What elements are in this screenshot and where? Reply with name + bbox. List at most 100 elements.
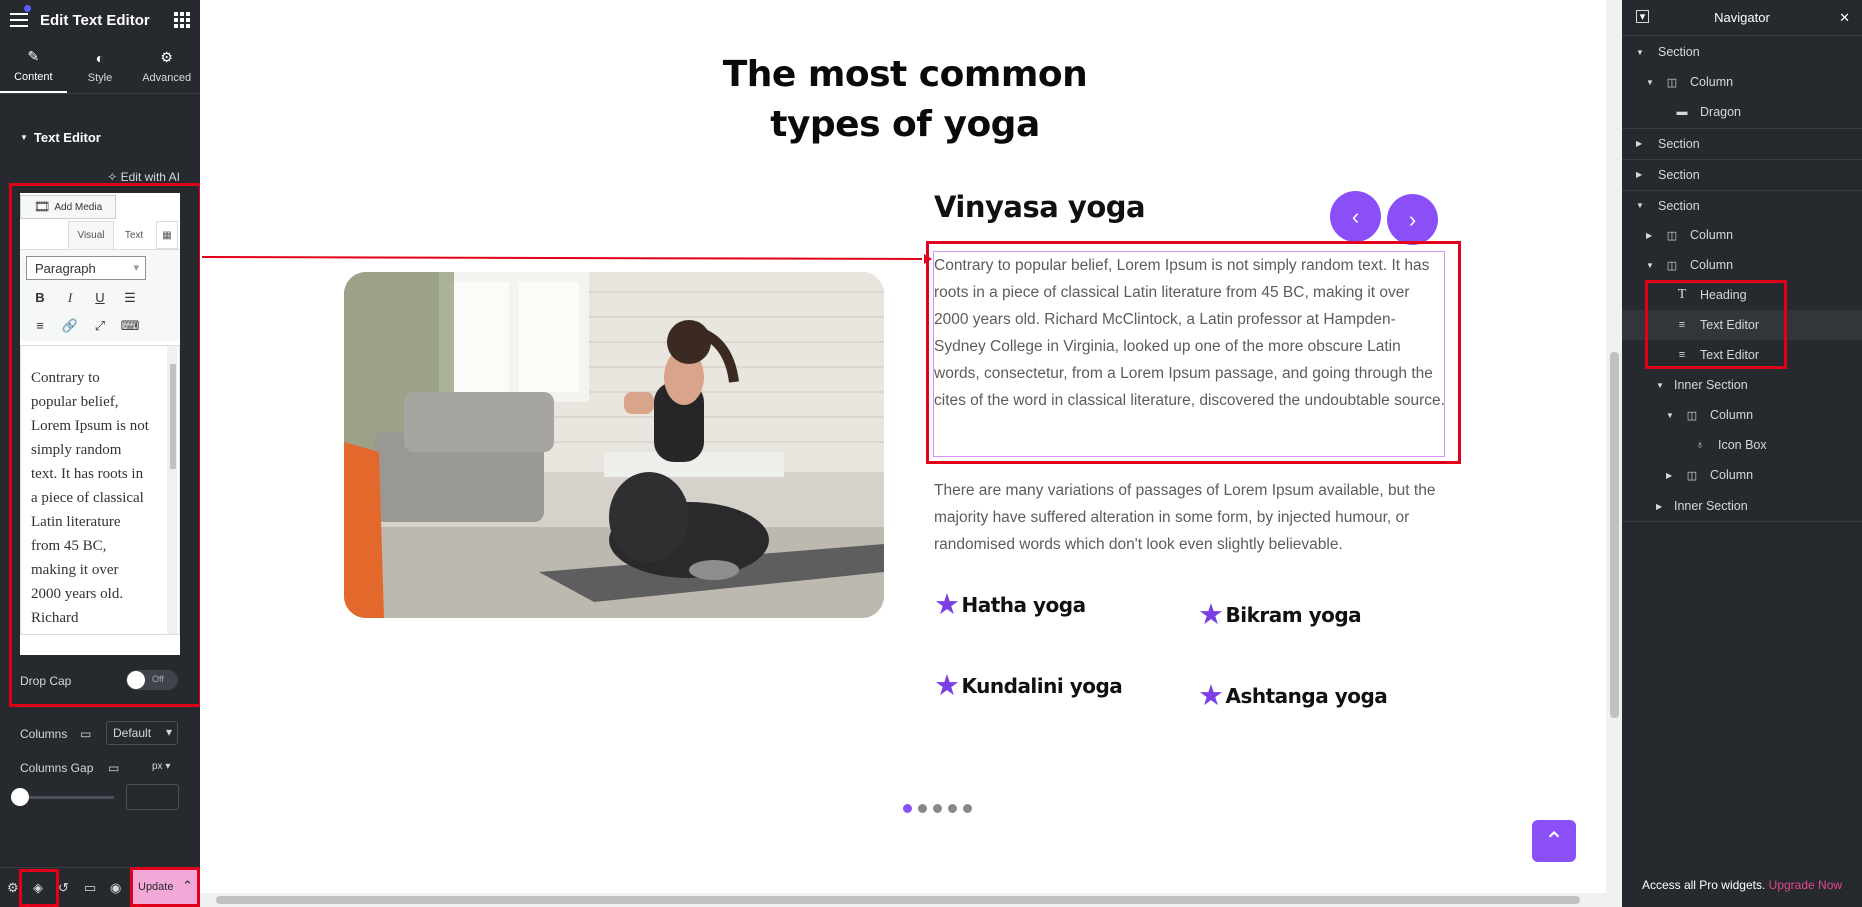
- carousel-dot[interactable]: [918, 804, 927, 813]
- caret-down-icon[interactable]: ▼: [1636, 201, 1648, 210]
- carousel-next-button[interactable]: ›: [1387, 194, 1438, 245]
- columns-gap-slider-handle[interactable]: [11, 788, 29, 806]
- widget-icon: ▬: [1676, 106, 1688, 118]
- caret-right-icon[interactable]: ▶: [1636, 170, 1648, 179]
- column-icon: ◫: [1666, 259, 1678, 272]
- nav-item-inner-section[interactable]: ▼ Inner Section: [1622, 370, 1862, 400]
- star-icon: ★: [934, 587, 960, 621]
- column-icon: ◫: [1666, 76, 1678, 89]
- nav-item-label: Column: [1710, 408, 1754, 422]
- nav-item-section[interactable]: ▼ Section: [1622, 190, 1862, 220]
- caret-down-icon[interactable]: ▼: [1646, 78, 1658, 87]
- nav-item-label: Column: [1690, 228, 1734, 242]
- nav-item-column[interactable]: ▼ ◫ Column: [1622, 250, 1862, 280]
- card-title[interactable]: Vinyasa yoga: [934, 190, 1146, 224]
- preview-eye-icon[interactable]: ◉: [110, 880, 121, 896]
- feature-item: ★ Ashtanga yoga: [1198, 681, 1388, 710]
- divider: [1622, 521, 1862, 522]
- nav-item-widget[interactable]: ▬ Dragon: [1622, 97, 1862, 127]
- nav-item-section[interactable]: ▼ Section: [1622, 37, 1862, 67]
- columns-gap-input[interactable]: [126, 784, 179, 810]
- responsive-icon[interactable]: ▭: [84, 880, 96, 896]
- canvas-horizontal-scroll-thumb[interactable]: [216, 896, 1580, 904]
- nav-item-column[interactable]: ▶ ◫ Column: [1622, 460, 1862, 490]
- tab-label: Style: [87, 71, 113, 84]
- nav-item-label: Column: [1690, 75, 1734, 89]
- pointer-arrow: [202, 254, 932, 264]
- tab-content[interactable]: ✎ Content: [0, 40, 67, 93]
- nav-item-label: Section: [1658, 45, 1700, 59]
- caret-right-icon[interactable]: ▶: [1636, 139, 1648, 148]
- nav-item-column[interactable]: ▼ ◫ Column: [1622, 400, 1862, 430]
- columns-gap-label: Columns Gap: [20, 761, 94, 775]
- menu-icon[interactable]: [10, 5, 31, 27]
- pencil-icon: ✎: [27, 48, 40, 64]
- nav-item-column[interactable]: ▼ ◫ Column: [1622, 67, 1862, 97]
- nav-item-column[interactable]: ▶ ◫ Column: [1622, 220, 1862, 250]
- caret-right-icon[interactable]: ▶: [1646, 231, 1658, 240]
- panel-title: Edit Text Editor: [40, 11, 150, 29]
- feature-label: Bikram yoga: [1225, 602, 1362, 627]
- highlight-box: [130, 867, 200, 907]
- column-icon: ◫: [1686, 469, 1698, 482]
- notification-dot: [24, 5, 31, 12]
- close-icon[interactable]: ✕: [1839, 10, 1850, 26]
- collapse-all-icon[interactable]: ▾: [1636, 10, 1649, 23]
- caret-down-icon[interactable]: ▼: [1666, 411, 1678, 420]
- nav-item-label: Column: [1690, 258, 1734, 272]
- panel-tabs: ✎ Content ◐ Style ⚙ Advanced: [0, 40, 200, 94]
- settings-icon[interactable]: ⚙: [7, 880, 19, 896]
- tab-label: Content: [14, 71, 53, 83]
- star-icon: ★: [934, 668, 960, 702]
- feature-item: ★ Kundalini yoga: [934, 668, 1123, 702]
- edit-ai-label: Edit with AI: [120, 170, 180, 184]
- sparkle-icon: ✧: [107, 170, 118, 184]
- carousel-dot[interactable]: [903, 804, 912, 813]
- unit-label: px: [152, 761, 163, 772]
- nav-item-label: Section: [1658, 198, 1700, 213]
- section-toggle-text-editor[interactable]: Text Editor: [0, 130, 121, 145]
- widgets-grid-icon[interactable]: [174, 12, 190, 28]
- canvas-vertical-scroll-thumb[interactable]: [1610, 352, 1619, 718]
- text-editor-paragraph-2[interactable]: There are many variations of passages of…: [934, 477, 1446, 558]
- columns-select[interactable]: Default: [106, 721, 178, 745]
- desktop-icon[interactable]: ▭: [80, 727, 91, 741]
- tab-advanced[interactable]: ⚙ Advanced: [133, 40, 200, 93]
- feature-item: ★ Hatha yoga: [934, 590, 1086, 619]
- main-heading[interactable]: The most common types of yoga: [690, 50, 1120, 150]
- carousel-dot[interactable]: [963, 804, 972, 813]
- nav-item-section[interactable]: ▶ Section: [1622, 159, 1862, 189]
- columns-gap-slider[interactable]: [20, 796, 114, 799]
- caret-down-icon[interactable]: ▼: [1656, 381, 1668, 390]
- highlight-box: [9, 183, 202, 707]
- half-circle-icon: ◐: [95, 49, 105, 66]
- scroll-to-top-button[interactable]: ⌃: [1532, 820, 1576, 862]
- nav-item-label: Icon Box: [1718, 438, 1767, 452]
- pro-widgets-text: Access all Pro widgets.: [1641, 878, 1766, 892]
- tab-style[interactable]: ◐ Style: [67, 40, 134, 93]
- columns-label: Columns: [20, 727, 68, 741]
- carousel-pagination: [903, 804, 972, 813]
- carousel-dot[interactable]: [948, 804, 957, 813]
- yoga-illustration: [344, 272, 884, 618]
- desktop-icon[interactable]: ▭: [108, 761, 119, 775]
- history-icon[interactable]: ↺: [58, 880, 69, 896]
- nav-item-inner-section[interactable]: ▶ Inner Section: [1622, 491, 1862, 521]
- carousel-prev-button[interactable]: ‹: [1330, 191, 1381, 242]
- caret-right-icon[interactable]: ▶: [1666, 471, 1678, 480]
- caret-right-icon[interactable]: ▶: [1656, 502, 1668, 511]
- highlight-box: [926, 241, 1461, 464]
- carousel-dot[interactable]: [933, 804, 942, 813]
- unit-select[interactable]: px ▾: [152, 761, 170, 772]
- navigator-footer: Access all Pro widgets. Upgrade Now: [1622, 878, 1862, 892]
- star-icon: ★: [1198, 597, 1224, 631]
- caret-down-icon[interactable]: ▼: [1636, 48, 1648, 57]
- nav-item-section[interactable]: ▶ Section: [1622, 128, 1862, 158]
- upgrade-now-link[interactable]: Upgrade Now: [1769, 878, 1842, 892]
- edit-with-ai-link[interactable]: ✧ Edit with AI: [107, 170, 180, 184]
- caret-down-icon[interactable]: ▼: [1646, 261, 1658, 270]
- nav-item-icon-box[interactable]: ♁ Icon Box: [1622, 430, 1862, 460]
- yoga-photo: [344, 272, 884, 618]
- panel-header: Edit Text Editor: [0, 0, 200, 40]
- chevron-up-icon: ⌃: [1543, 827, 1565, 855]
